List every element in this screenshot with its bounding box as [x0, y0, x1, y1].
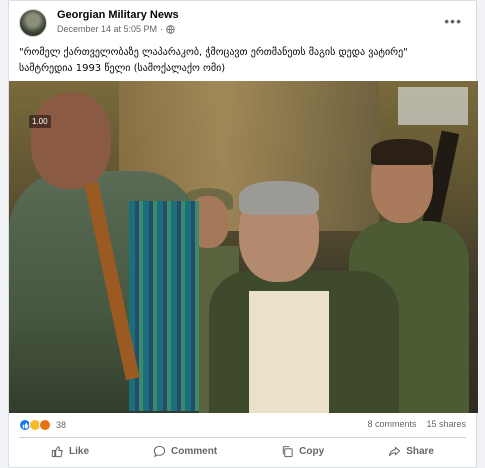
- post-meta: December 14 at 5:05 PM ·: [57, 24, 175, 34]
- comment-button[interactable]: Comment: [153, 445, 217, 458]
- like-button[interactable]: Like: [51, 445, 89, 458]
- caption-line-1: "რომელ ქართველობაზე ლაპარაკობ, ჭმოცავთ ე…: [19, 47, 408, 58]
- globe-icon: [166, 24, 175, 34]
- speech-bubble-icon: [153, 445, 166, 457]
- share-arrow-icon: [389, 446, 401, 456]
- share-label: Share: [406, 445, 434, 457]
- copy-button[interactable]: Copy: [281, 445, 324, 458]
- post-stats: 38 8 comments 15 shares: [19, 419, 466, 433]
- actions-divider: [19, 437, 466, 438]
- more-options-button[interactable]: •••: [444, 13, 462, 29]
- caption-line-2: სამტრედია 1993 წელი (სამოქალაქო ომი): [19, 63, 226, 74]
- reaction-count: 38: [56, 420, 67, 430]
- video-man-left: [9, 93, 199, 413]
- share-button[interactable]: Share: [388, 445, 434, 458]
- video-timestamp: 1.00: [29, 115, 51, 128]
- video-player[interactable]: [9, 81, 478, 413]
- post-date[interactable]: December 14 at 5:05 PM: [57, 24, 157, 34]
- engagement-counts: 8 comments 15 shares: [367, 419, 466, 429]
- video-man-center: [209, 181, 399, 413]
- post-caption: "რომელ ქართველობაზე ლაპარაკობ, ჭმოცავთ ე…: [19, 45, 462, 77]
- post-actions: Like Comment Copy Share: [19, 441, 466, 461]
- thumbs-up-icon: [51, 445, 63, 457]
- avatar[interactable]: [19, 9, 47, 37]
- like-label: Like: [69, 445, 90, 457]
- comments-count-link[interactable]: 8 comments: [367, 419, 416, 429]
- reactions-summary[interactable]: 38: [19, 419, 66, 431]
- author-name[interactable]: Georgian Military News: [57, 9, 179, 21]
- comment-label: Comment: [171, 445, 218, 457]
- copy-label: Copy: [299, 445, 325, 457]
- post-card: Georgian Military News December 14 at 5:…: [8, 0, 478, 468]
- shares-count-link[interactable]: 15 shares: [426, 419, 466, 429]
- copy-icon: [282, 445, 293, 457]
- video-sign: [398, 87, 468, 125]
- meta-separator: ·: [160, 24, 164, 34]
- angry-reaction-icon: [39, 419, 51, 431]
- post-header: Georgian Military News December 14 at 5:…: [19, 9, 466, 39]
